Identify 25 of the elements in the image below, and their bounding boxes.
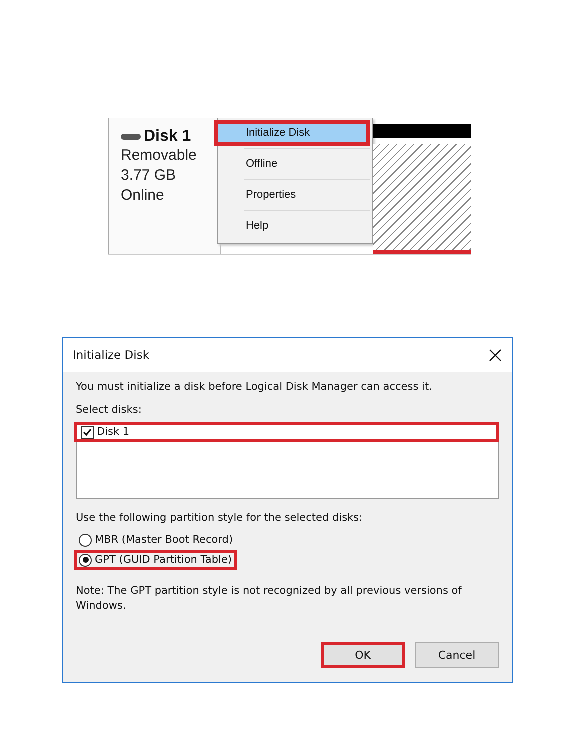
menu-item[interactable]: Properties — [220, 182, 370, 208]
menu-item[interactable]: Offline — [220, 151, 370, 177]
close-icon[interactable] — [489, 348, 502, 362]
dialog-button[interactable]: OK — [321, 642, 405, 668]
window-title: Initialize Disk — [73, 348, 150, 362]
menu-item[interactable]: Help — [220, 213, 370, 239]
disk-info: Removable — [121, 146, 198, 166]
checkbox[interactable] — [81, 426, 94, 438]
note-text: Note: The GPT partition style is not recognized by all previous versions of Windows. — [76, 584, 464, 614]
radio-option[interactable]: MBR (Master Boot Record) — [74, 530, 238, 550]
radio-button[interactable] — [79, 554, 92, 566]
disk-row[interactable]: Disk 1 — [74, 422, 499, 442]
disk-info: Online — [121, 186, 166, 206]
option-label: GPT (GUID Partition Table) — [95, 554, 232, 566]
select-label: Select disks: — [76, 403, 143, 418]
disk-info: 3.77 GB — [121, 166, 178, 186]
dialog-button[interactable]: Cancel — [415, 642, 499, 668]
radio-option[interactable]: GPT (GUID Partition Table) — [74, 550, 238, 570]
style-label: Use the following partition style for the selected disks: — [76, 511, 364, 526]
disk-label: Disk 1 — [97, 426, 130, 438]
disk-name: Disk 1 — [144, 128, 192, 146]
menu-item[interactable]: Initialize Disk — [214, 120, 370, 146]
message-text: You must initialize a disk before Logical Disk Manager can access it. — [76, 380, 434, 395]
option-label: MBR (Master Boot Record) — [95, 534, 234, 546]
radio-button[interactable] — [79, 534, 92, 546]
